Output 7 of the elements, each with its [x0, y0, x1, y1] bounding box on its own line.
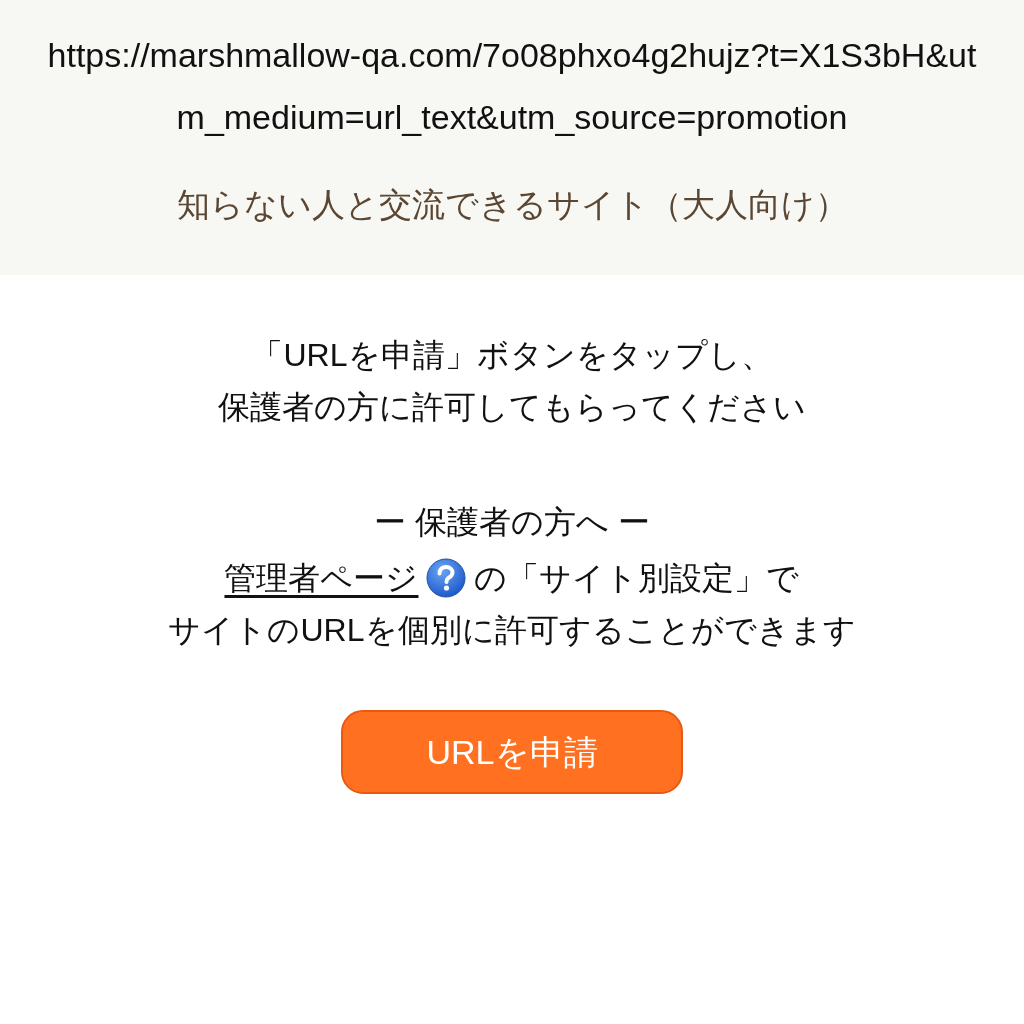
guardian-note-text: 管理者ページ の「サイト別設定」で サイトのURLを個別に許可することができます [168, 552, 856, 656]
guardian-heading: ー 保護者の方へ ー [374, 503, 650, 542]
instruction-text: 「URLを申請」ボタンをタップし、 保護者の方に許可してもらってください [218, 336, 806, 427]
help-icon[interactable] [426, 557, 467, 598]
site-title: 知らない人と交流できるサイト（大人向け） [176, 185, 848, 225]
site-url: https://marshmallow-qa.com/7o08phxo4g2hujz?t=X1S3bH&utm_medium=url_text&utm_source=promotion [46, 35, 978, 138]
admin-page-link[interactable]: 管理者ページ [224, 560, 419, 596]
